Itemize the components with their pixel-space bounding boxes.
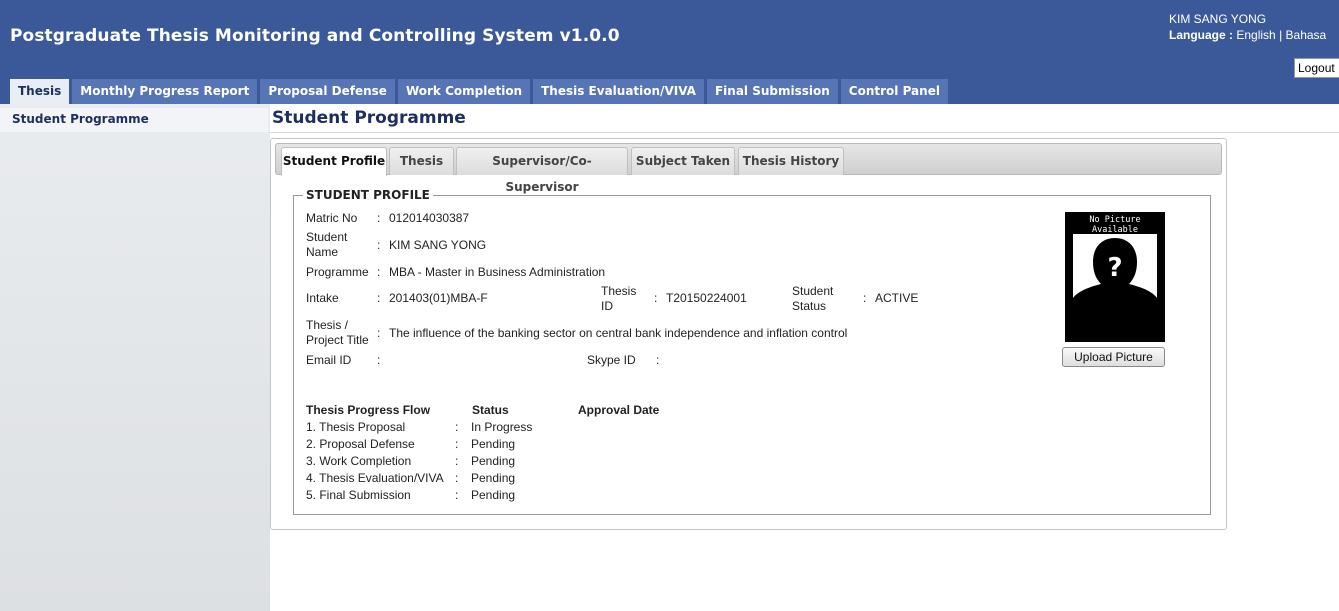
- tab-subject-taken[interactable]: Subject Taken: [631, 147, 735, 175]
- matric-colon: :: [377, 211, 381, 225]
- progress-status: Pending: [471, 454, 516, 468]
- student-profile-fieldset: STUDENT PROFILE Matric No : 012014030387…: [293, 188, 1211, 515]
- matric-label: Matric No: [306, 211, 358, 225]
- project-title-value: The influence of the banking sector on c…: [389, 326, 848, 340]
- tab-work-completion[interactable]: Work Completion: [397, 79, 531, 104]
- user-info: KIM SANG YONG Language : English | Bahas…: [1169, 11, 1326, 43]
- programme-value: MBA - Master in Business Administration: [389, 265, 606, 279]
- intake-label: Intake: [306, 291, 339, 305]
- language-bahasa-link[interactable]: Bahasa: [1286, 28, 1327, 42]
- programme-colon: :: [377, 265, 381, 279]
- progress-status: Pending: [471, 437, 516, 451]
- progress-colon: :: [455, 454, 459, 468]
- app-title: Postgraduate Thesis Monitoring and Contr…: [10, 26, 620, 46]
- user-name: KIM SANG YONG: [1169, 12, 1267, 26]
- programme-label: Programme: [306, 265, 369, 279]
- tab-final-submission[interactable]: Final Submission: [706, 79, 838, 104]
- project-title-colon: :: [377, 326, 381, 340]
- progress-status: In Progress: [471, 420, 533, 434]
- progress-approval-header: Approval Date: [578, 403, 660, 417]
- content-panel: Student Profile Thesis Supervisor/Co-Sup…: [270, 138, 1227, 530]
- student-name-colon: :: [377, 238, 381, 252]
- progress-status: Pending: [471, 488, 516, 502]
- student-status-label-line1: Student: [792, 284, 834, 298]
- student-name-label-line1: Student: [306, 230, 348, 244]
- sidebar-item-student-programme[interactable]: Student Programme: [0, 108, 268, 132]
- language-selector: Language : English | Bahasa: [1169, 27, 1326, 43]
- thesis-id-label-line1: Thesis: [601, 284, 637, 298]
- thesis-id-colon: :: [654, 291, 658, 305]
- progress-colon: :: [455, 488, 459, 502]
- upload-picture-button[interactable]: Upload Picture: [1062, 347, 1165, 367]
- student-status-colon: :: [863, 291, 867, 305]
- progress-step: 4. Thesis Evaluation/VIVA: [306, 471, 444, 485]
- intake-value: 201403(01)MBA-F: [389, 291, 488, 305]
- student-status-label-line2: Status: [792, 299, 827, 313]
- progress-status-header: Status: [472, 403, 509, 417]
- project-title-label-line2: Project Title: [306, 333, 369, 347]
- progress-colon: :: [455, 420, 459, 434]
- page-title: Student Programme: [272, 108, 466, 128]
- thesis-id-label-line2: ID: [601, 299, 613, 313]
- language-label: Language :: [1169, 28, 1234, 42]
- tab-thesis-history[interactable]: Thesis History: [738, 147, 844, 175]
- profile-photo: No Picture Available ?: [1065, 212, 1165, 342]
- svg-text:?: ?: [1107, 253, 1122, 283]
- matric-value: 012014030387: [389, 211, 470, 225]
- progress-colon: :: [455, 471, 459, 485]
- intake-colon: :: [377, 291, 381, 305]
- tab-thesis[interactable]: Thesis: [10, 79, 70, 104]
- language-english-link[interactable]: English: [1236, 28, 1275, 42]
- skype-label: Skype ID: [587, 353, 636, 367]
- main-nav: Thesis Monthly Progress Report Proposal …: [10, 79, 951, 104]
- tab-control-panel[interactable]: Control Panel: [840, 79, 948, 104]
- progress-step: 2. Proposal Defense: [306, 437, 415, 451]
- progress-step: 3. Work Completion: [306, 454, 412, 468]
- student-profile-legend: STUDENT PROFILE: [303, 188, 433, 202]
- progress-step: 5. Final Submission: [306, 488, 411, 502]
- tab-supervisor[interactable]: Supervisor/Co-Supervisor: [456, 147, 628, 194]
- tab-thesis-evaluation-viva[interactable]: Thesis Evaluation/VIVA: [533, 79, 704, 104]
- tab-student-profile[interactable]: Student Profile: [281, 147, 387, 176]
- sidebar: Student Programme: [0, 104, 270, 611]
- tab-monthly-progress-report[interactable]: Monthly Progress Report: [72, 79, 258, 104]
- avatar-silhouette-icon: ?: [1073, 234, 1157, 308]
- progress-colon: :: [455, 437, 459, 451]
- student-name-label-line2: Name: [306, 245, 339, 259]
- email-label: Email ID: [306, 353, 352, 367]
- sub-tabs-bar: Student Profile Thesis Supervisor/Co-Sup…: [275, 143, 1222, 194]
- progress-status: Pending: [471, 471, 516, 485]
- email-colon: :: [377, 353, 381, 367]
- logout-button[interactable]: Logout: [1294, 58, 1339, 78]
- language-separator: |: [1279, 28, 1283, 42]
- student-name-value: KIM SANG YONG: [389, 238, 487, 252]
- thesis-id-value: T20150224001: [666, 291, 747, 305]
- tab-thesis-details[interactable]: Thesis: [389, 147, 454, 175]
- student-status-value: ACTIVE: [875, 291, 919, 305]
- title-divider: [270, 132, 1339, 133]
- progress-step: 1. Thesis Proposal: [306, 420, 406, 434]
- project-title-label-line1: Thesis /: [306, 318, 349, 332]
- tab-proposal-defense[interactable]: Proposal Defense: [260, 79, 395, 104]
- skype-colon: :: [656, 353, 660, 367]
- progress-flow-header: Thesis Progress Flow: [306, 403, 431, 417]
